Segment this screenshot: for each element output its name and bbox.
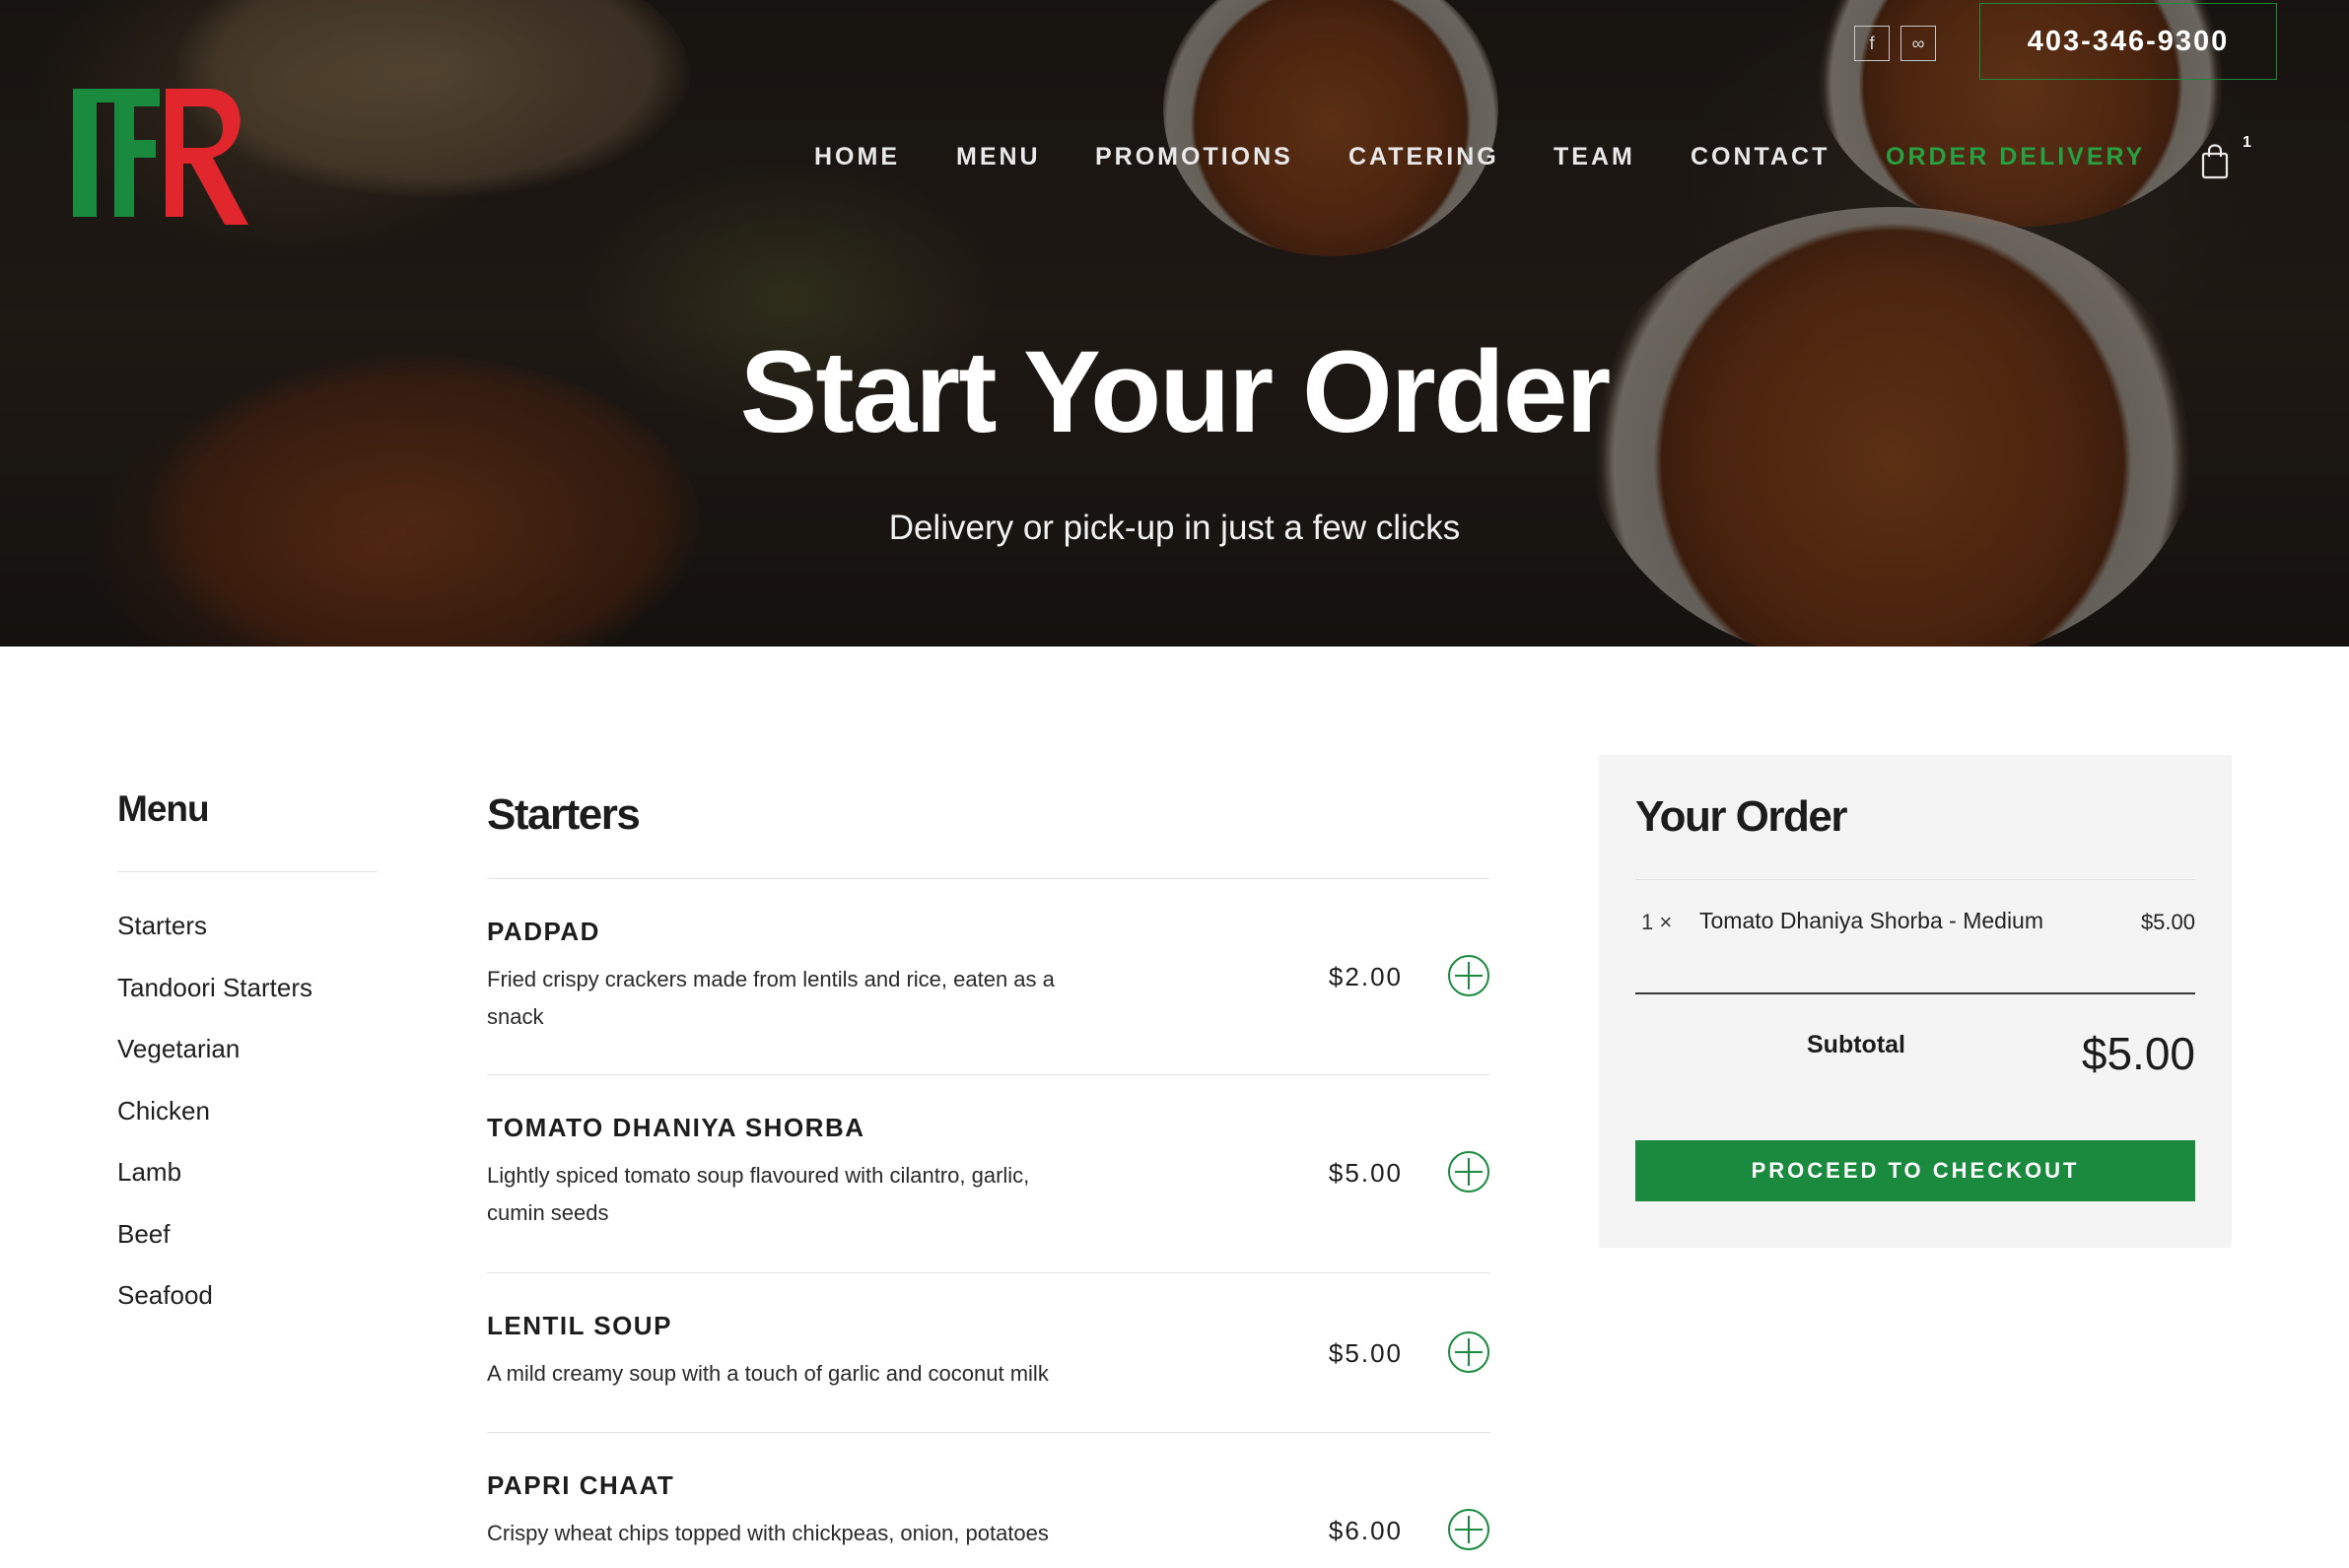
menu-item-name: LENTIL SOUP bbox=[487, 1311, 672, 1340]
sidebar-item-vegetarian[interactable]: Vegetarian bbox=[117, 1034, 312, 1096]
nav-home[interactable]: HOME bbox=[814, 143, 900, 171]
nav-team[interactable]: TEAM bbox=[1554, 143, 1635, 171]
nav-contact[interactable]: CONTACT bbox=[1691, 143, 1830, 171]
add-to-cart-icon[interactable] bbox=[1447, 1330, 1490, 1374]
nav-menu[interactable]: MENU bbox=[956, 143, 1041, 171]
menu-item: PAPRI CHAAT Crispy wheat chips topped wi… bbox=[487, 1433, 1490, 1568]
phone-number: 403-346-9300 bbox=[2027, 25, 2230, 57]
menu-item-name: TOMATO DHANIYA SHORBA bbox=[487, 1113, 865, 1142]
facebook-glyph: f bbox=[1869, 33, 1875, 53]
menu-item-description: Fried crispy crackers made from lentils … bbox=[487, 967, 1055, 1029]
sidebar-item-starters[interactable]: Starters bbox=[117, 911, 312, 973]
proceed-to-checkout-button[interactable]: PROCEED TO CHECKOUT bbox=[1635, 1140, 2195, 1201]
sidebar-category-list: Starters Tandoori Starters Vegetarian Ch… bbox=[117, 911, 312, 1342]
menu-item-price: $2.00 bbox=[1328, 962, 1403, 991]
tripadvisor-icon[interactable]: ∞ bbox=[1900, 26, 1936, 61]
sidebar-item-seafood[interactable]: Seafood bbox=[117, 1280, 312, 1342]
order-title: Your Order bbox=[1635, 792, 1848, 841]
sidebar-divider bbox=[117, 871, 378, 872]
menu-item-list: PADPAD Fried crispy crackers made from l… bbox=[487, 878, 1490, 1568]
menu-item-description: Crispy wheat chips topped with chickpeas… bbox=[487, 1521, 1049, 1545]
section-title: Starters bbox=[487, 790, 641, 839]
menu-item: TOMATO DHANIYA SHORBA Lightly spiced tom… bbox=[487, 1075, 1490, 1272]
order-line-name[interactable]: Tomato Dhaniya Shorba - Medium bbox=[1699, 908, 2043, 934]
order-line-amount: $5.00 bbox=[2140, 910, 2195, 934]
hero-subtitle: Delivery or pick-up in just a few clicks bbox=[888, 509, 1461, 547]
menu-item-name: PAPRI CHAAT bbox=[487, 1470, 675, 1500]
order-divider bbox=[1635, 879, 2195, 880]
menu-item: PADPAD Fried crispy crackers made from l… bbox=[487, 879, 1490, 1074]
nav-order-delivery[interactable]: ORDER DELIVERY bbox=[1886, 143, 2145, 171]
nav-promotions[interactable]: PROMOTIONS bbox=[1095, 143, 1293, 171]
hero-overlay bbox=[0, 0, 2349, 647]
shopping-bag-icon[interactable] bbox=[2200, 144, 2230, 179]
restaurant-logo[interactable] bbox=[69, 81, 250, 233]
sidebar-item-beef[interactable]: Beef bbox=[117, 1219, 312, 1281]
sidebar-item-tandoori-starters[interactable]: Tandoori Starters bbox=[117, 973, 312, 1035]
menu-item-price: $5.00 bbox=[1328, 1158, 1403, 1188]
facebook-icon[interactable]: f bbox=[1854, 26, 1890, 61]
tripadvisor-glyph: ∞ bbox=[1911, 33, 1925, 53]
subtotal-value: $5.00 bbox=[2081, 1028, 2195, 1079]
hero-title: Start Your Order bbox=[739, 327, 1612, 457]
menu-item: LENTIL SOUP A mild creamy soup with a to… bbox=[487, 1273, 1490, 1432]
order-summary-panel: Your Order 1 × Tomato Dhaniya Shorba - M… bbox=[1599, 755, 2232, 1248]
cart-count-badge: 1 bbox=[2243, 134, 2251, 151]
add-to-cart-icon[interactable] bbox=[1447, 1508, 1490, 1551]
add-to-cart-icon[interactable] bbox=[1447, 1150, 1490, 1193]
menu-item-price: $6.00 bbox=[1328, 1516, 1403, 1545]
sidebar-title: Menu bbox=[117, 788, 210, 829]
menu-item-description: A mild creamy soup with a touch of garli… bbox=[487, 1361, 1049, 1386]
phone-button[interactable]: 403-346-9300 bbox=[1979, 3, 2277, 80]
nav-catering[interactable]: CATERING bbox=[1348, 143, 1499, 171]
order-line-item: 1 × Tomato Dhaniya Shorba - Medium $5.00 bbox=[1635, 908, 2195, 939]
order-line-quantity: 1 × bbox=[1641, 910, 1673, 934]
hero-banner: f ∞ 403-346-9300 HOME MENU PROMOTIONS CA… bbox=[0, 0, 2349, 647]
add-to-cart-icon[interactable] bbox=[1447, 954, 1490, 997]
menu-item-description: Lightly spiced tomato soup flavoured wit… bbox=[487, 1163, 1030, 1225]
sidebar-item-lamb[interactable]: Lamb bbox=[117, 1157, 312, 1219]
sidebar-item-chicken[interactable]: Chicken bbox=[117, 1096, 312, 1158]
subtotal-label: Subtotal bbox=[1807, 1031, 1905, 1058]
menu-item-name: PADPAD bbox=[487, 917, 600, 946]
menu-item-price: $5.00 bbox=[1328, 1338, 1403, 1368]
order-total-divider bbox=[1635, 992, 2195, 994]
